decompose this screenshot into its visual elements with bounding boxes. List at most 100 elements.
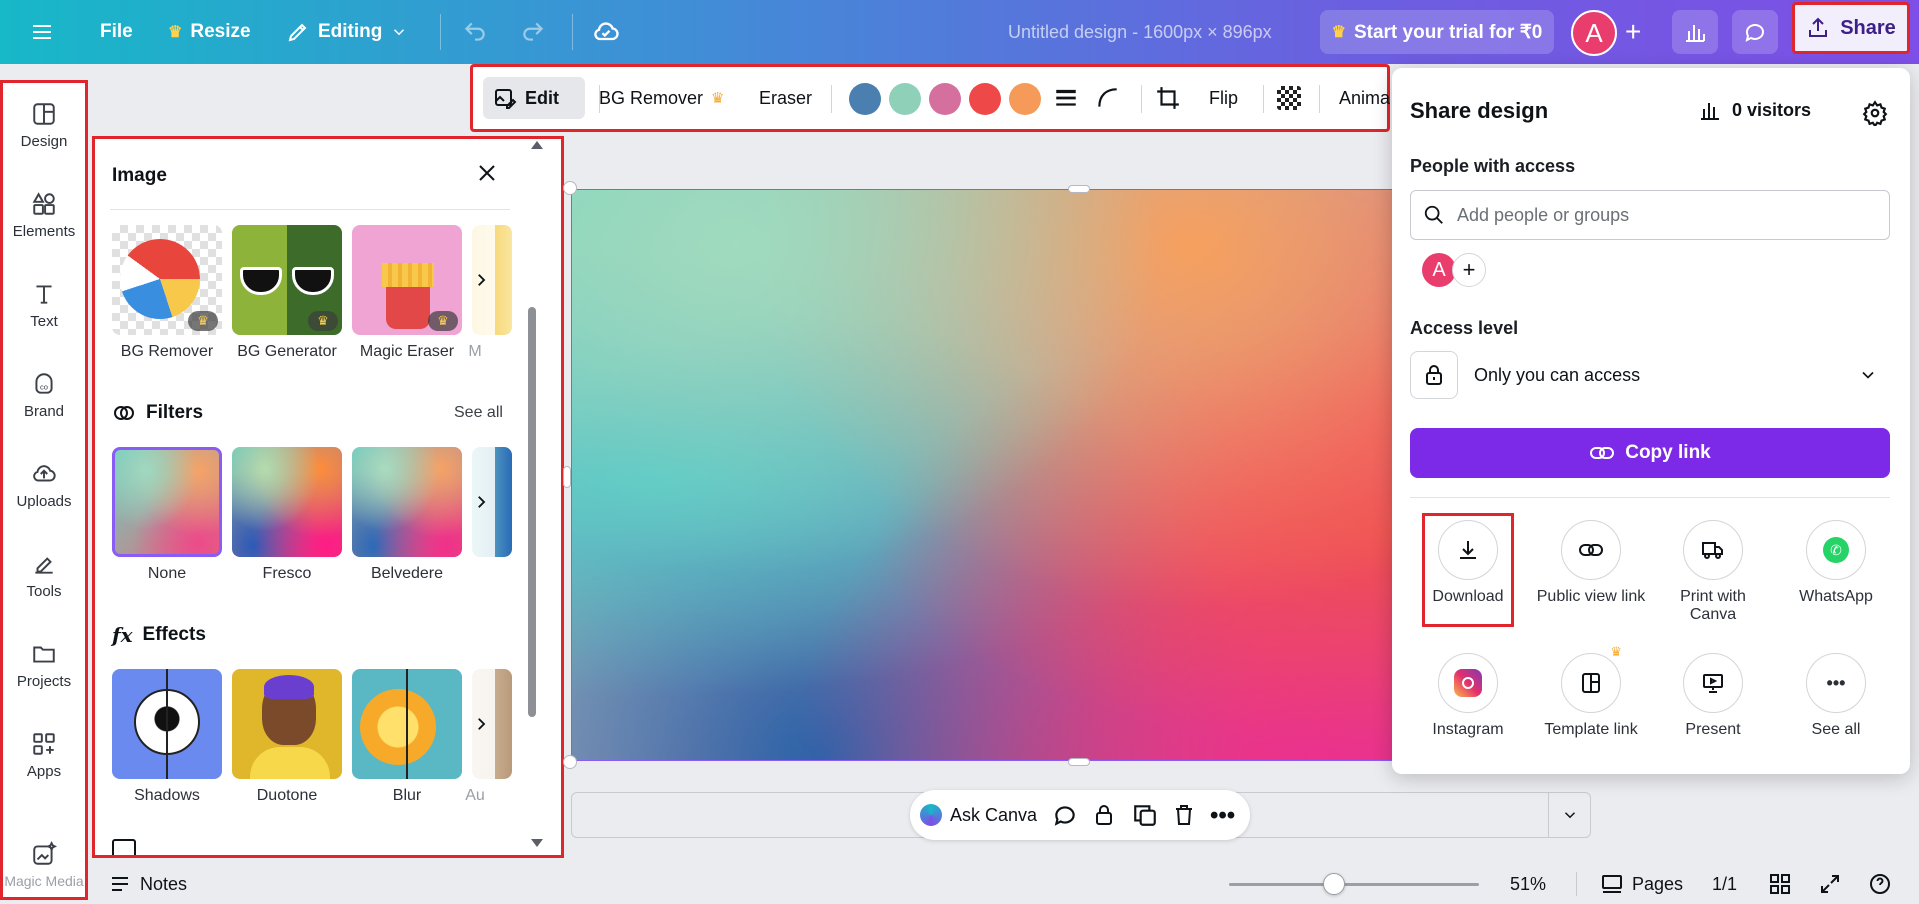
animate-button[interactable]: Anima	[1339, 67, 1390, 129]
see-all-option[interactable]: ••• See all	[1781, 653, 1891, 739]
menu-button[interactable]	[30, 0, 54, 64]
color-swatch[interactable]	[929, 83, 961, 115]
option-label: Download	[1432, 588, 1504, 605]
editing-label: Editing	[318, 21, 383, 42]
sidebar-item-apps[interactable]: Apps	[3, 731, 85, 780]
resize-handle[interactable]	[1068, 185, 1090, 193]
close-panel-button[interactable]	[475, 161, 499, 190]
add-collaborator-button[interactable]: +	[1625, 0, 1641, 64]
file-menu[interactable]: File	[100, 0, 133, 64]
sidebar-item-brand[interactable]: co Brand	[3, 371, 85, 420]
bg-remover-tile[interactable]: ♛	[112, 225, 222, 335]
eraser-button[interactable]: Eraser	[759, 67, 812, 129]
color-swatch[interactable]	[969, 83, 1001, 115]
add-comment-button[interactable]	[1052, 802, 1078, 833]
flip-button[interactable]: Flip	[1209, 67, 1238, 129]
notes-button[interactable]: Notes	[108, 864, 187, 904]
editing-dropdown[interactable]: Editing	[286, 0, 408, 64]
corner-rounding-button[interactable]	[1095, 67, 1121, 129]
scroll-thumb[interactable]	[528, 307, 536, 717]
redo-button[interactable]	[520, 0, 546, 64]
color-swatch[interactable]	[1009, 83, 1041, 115]
color-swatch[interactable]	[849, 83, 881, 115]
effect-blur-tile[interactable]	[352, 669, 462, 779]
copy-link-button[interactable]: Copy link	[1410, 428, 1890, 478]
zoom-slider[interactable]	[1229, 873, 1479, 895]
zoom-level[interactable]: 51%	[1510, 864, 1546, 904]
design-canvas-image[interactable]	[571, 189, 1401, 761]
more-options-button[interactable]: •••	[1210, 802, 1235, 830]
resize-button[interactable]: ♛ Resize	[168, 0, 251, 64]
sidebar-item-text[interactable]: Text	[3, 281, 85, 330]
access-level-dropdown[interactable]: Only you can access	[1410, 348, 1890, 402]
resize-handle[interactable]	[563, 181, 577, 195]
sidebar-item-projects[interactable]: Projects	[3, 641, 85, 690]
pages-button[interactable]: Pages	[1600, 864, 1683, 904]
share-button[interactable]: Share	[1792, 2, 1910, 54]
scroll-right-button[interactable]	[467, 669, 495, 779]
instagram-option[interactable]: Instagram	[1413, 653, 1523, 739]
resize-handle[interactable]	[563, 466, 571, 488]
whatsapp-option[interactable]: ✆ WhatsApp	[1781, 520, 1891, 606]
comments-button[interactable]	[1732, 10, 1778, 54]
edit-button[interactable]: Edit	[493, 67, 559, 129]
color-swatch[interactable]	[889, 83, 921, 115]
border-style-button[interactable]	[1053, 67, 1079, 129]
bar-chart-icon	[1701, 103, 1719, 120]
magic-eraser-tile[interactable]: ♛	[352, 225, 462, 335]
bg-generator-tile[interactable]: ♛	[232, 225, 342, 335]
template-link-option[interactable]: ♛ Template link	[1536, 644, 1646, 739]
add-collaborator-button[interactable]: +	[1452, 253, 1486, 287]
visitors-button[interactable]: 0 visitors	[1698, 98, 1811, 122]
share-label: Share	[1840, 16, 1896, 39]
transparency-button[interactable]	[1277, 67, 1301, 129]
scroll-up-arrow[interactable]	[531, 141, 543, 149]
scroll-down-arrow[interactable]	[531, 839, 543, 847]
corner-rounding-icon	[1098, 88, 1117, 107]
grid-view-button[interactable]	[1768, 864, 1792, 904]
download-option[interactable]: Download	[1413, 520, 1523, 606]
crop-button[interactable]	[1155, 67, 1181, 129]
ask-canva-button[interactable]: Ask Canva	[920, 790, 1037, 840]
public-view-link-option[interactable]: Public view link	[1536, 520, 1646, 606]
sidebar-item-elements[interactable]: Elements	[3, 191, 85, 240]
bg-remover-button[interactable]: BG Remover ♛	[599, 67, 724, 129]
collaborator-avatar[interactable]: A	[1422, 253, 1456, 287]
delete-button[interactable]	[1172, 802, 1196, 833]
resize-handle[interactable]	[563, 755, 577, 769]
cloud-save-button[interactable]	[592, 0, 620, 64]
help-button[interactable]	[1868, 864, 1892, 904]
print-with-canva-option[interactable]: Print with Canva	[1658, 520, 1768, 624]
effect-duotone-tile[interactable]	[232, 669, 342, 779]
scroll-right-button[interactable]	[467, 447, 495, 557]
effect-shadows-tile[interactable]	[112, 669, 222, 779]
sidebar-item-magic-media[interactable]: Magic Media	[3, 841, 85, 889]
present-option[interactable]: Present	[1658, 653, 1768, 739]
share-settings-button[interactable]	[1862, 100, 1888, 131]
lock-button[interactable]	[1092, 802, 1116, 833]
add-people-input[interactable]: Add people or groups	[1410, 190, 1890, 240]
sidebar-item-label: Text	[30, 313, 58, 330]
filter-fresco-tile[interactable]	[232, 447, 342, 557]
design-title[interactable]: Untitled design - 1600px × 896px	[1008, 0, 1272, 64]
sidebar-item-tools[interactable]: Tools	[3, 551, 85, 600]
sidebar-item-uploads[interactable]: Uploads	[3, 461, 85, 510]
insights-button[interactable]	[1672, 10, 1718, 54]
undo-button[interactable]	[462, 0, 488, 64]
filters-see-all-link[interactable]: See all	[454, 404, 503, 422]
top-bar: File ♛ Resize Editing Untitled design - …	[0, 0, 1919, 64]
fullscreen-button[interactable]	[1818, 864, 1842, 904]
filter-none-tile[interactable]	[112, 447, 222, 557]
chevron-down-button[interactable]	[1548, 793, 1590, 837]
user-avatar[interactable]: A	[1571, 10, 1617, 56]
scroll-right-button[interactable]	[467, 225, 495, 335]
start-trial-button[interactable]: ♛ Start your trial for ₹0	[1320, 10, 1554, 54]
bg-remover-label: BG Remover	[599, 87, 704, 108]
filter-belvedere-tile[interactable]	[352, 447, 462, 557]
apps-icon	[33, 733, 55, 755]
duplicate-button[interactable]	[1132, 802, 1158, 833]
zoom-slider-thumb[interactable]	[1323, 873, 1345, 895]
resize-handle[interactable]	[1068, 758, 1090, 766]
sidebar-item-design[interactable]: Design	[3, 101, 85, 150]
share-design-panel: Share design 0 visitors People with acce…	[1392, 68, 1910, 774]
